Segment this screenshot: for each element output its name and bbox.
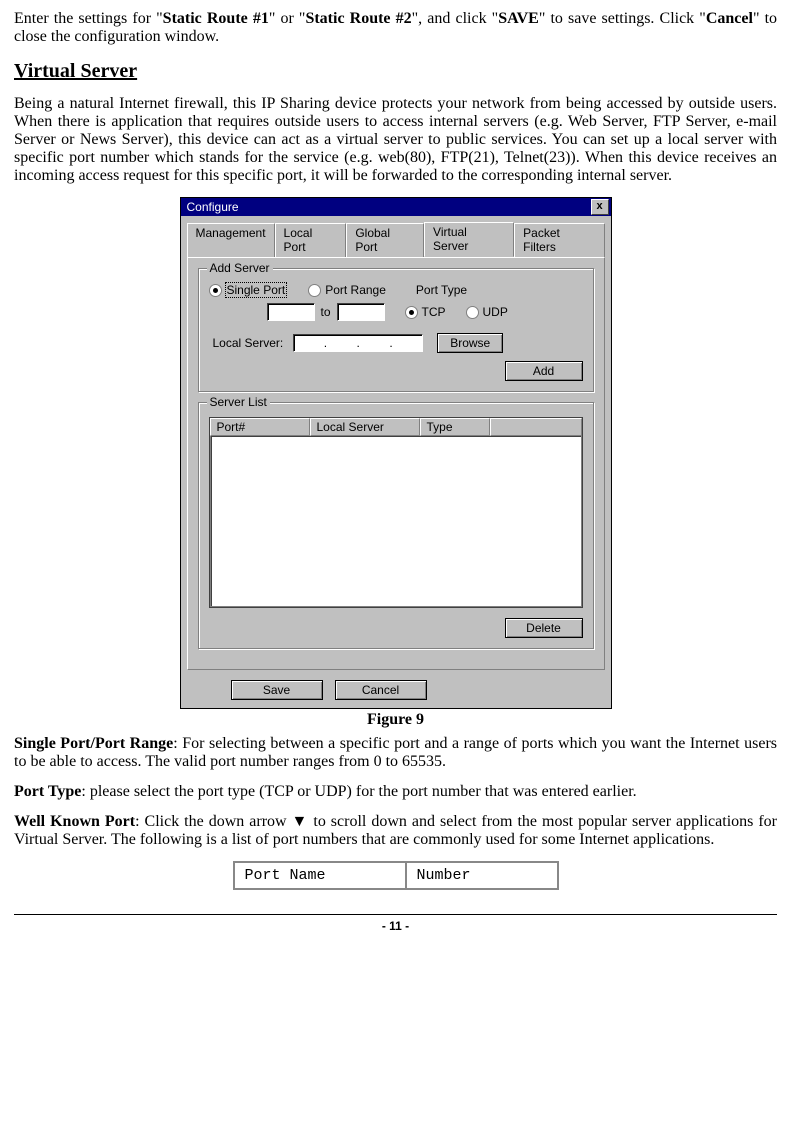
dialog-titlebar: Configure x xyxy=(181,198,611,216)
tab-local-port[interactable]: Local Port xyxy=(275,223,347,258)
server-list-group: Server List Port# Local Server Type Dele… xyxy=(198,402,594,649)
port-type-paragraph: Port Type: please select the port type (… xyxy=(14,783,777,801)
single-port-label: Single Port xyxy=(226,283,287,297)
port-range-label: Port Range xyxy=(325,283,386,297)
virtual-server-description: Being a natural Internet firewall, this … xyxy=(14,95,777,185)
port-to-input[interactable] xyxy=(337,303,385,321)
browse-button[interactable]: Browse xyxy=(437,333,503,353)
well-known-port-paragraph: Well Known Port: Click the down arrow ▼ … xyxy=(14,813,777,849)
add-server-group: Add Server Single Port Port Range Port T… xyxy=(198,268,594,392)
server-list-body[interactable] xyxy=(210,436,582,607)
tab-packet-filters[interactable]: Packet Filters xyxy=(514,223,604,258)
local-server-label: Local Server: xyxy=(213,336,284,350)
tab-global-port[interactable]: Global Port xyxy=(346,223,424,258)
intro-paragraph: Enter the settings for "Static Route #1"… xyxy=(14,10,777,46)
port-table-col2: Number xyxy=(406,862,558,889)
server-list-label: Server List xyxy=(207,395,270,409)
add-server-label: Add Server xyxy=(207,261,273,275)
tab-virtual-server[interactable]: Virtual Server xyxy=(424,222,514,257)
col-type[interactable]: Type xyxy=(420,418,490,436)
delete-button[interactable]: Delete xyxy=(505,618,583,638)
section-heading: Virtual Server xyxy=(14,60,777,83)
single-port-radio[interactable] xyxy=(209,284,222,297)
col-local-server[interactable]: Local Server xyxy=(310,418,420,436)
tab-strip: Management Local Port Global Port Virtua… xyxy=(187,222,605,257)
tcp-radio[interactable] xyxy=(405,306,418,319)
close-icon[interactable]: x xyxy=(591,199,609,215)
udp-radio[interactable] xyxy=(466,306,479,319)
dialog-title: Configure xyxy=(183,200,591,214)
port-type-label: Port Type xyxy=(416,283,467,297)
port-range-radio[interactable] xyxy=(308,284,321,297)
tcp-label: TCP xyxy=(422,305,446,319)
col-blank xyxy=(490,418,582,436)
configure-dialog: Configure x Management Local Port Global… xyxy=(180,197,612,709)
figure-caption: Figure 9 xyxy=(14,711,777,729)
cancel-button[interactable]: Cancel xyxy=(335,680,427,700)
tab-page: Add Server Single Port Port Range Port T… xyxy=(187,257,605,670)
port-table: Port Name Number xyxy=(233,861,559,890)
col-port[interactable]: Port# xyxy=(210,418,310,436)
udp-label: UDP xyxy=(483,305,508,319)
tab-management[interactable]: Management xyxy=(187,223,275,258)
port-from-input[interactable] xyxy=(267,303,315,321)
add-button[interactable]: Add xyxy=(505,361,583,381)
server-list-header: Port# Local Server Type xyxy=(210,418,582,436)
save-button[interactable]: Save xyxy=(231,680,323,700)
port-table-col1: Port Name xyxy=(234,862,406,889)
local-server-ip-input[interactable]: ... xyxy=(293,334,423,352)
single-port-paragraph: Single Port/Port Range: For selecting be… xyxy=(14,735,777,771)
page-footer: - 11 - xyxy=(14,914,777,933)
to-label: to xyxy=(321,305,331,319)
